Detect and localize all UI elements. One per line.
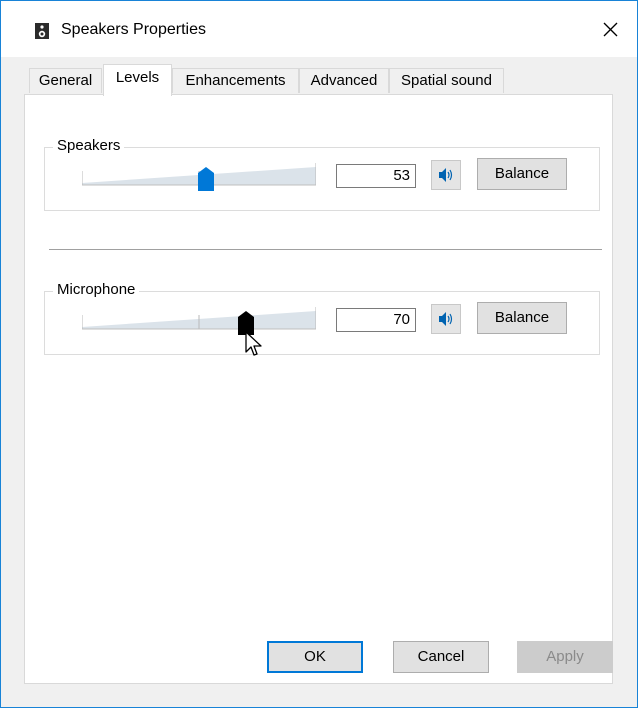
close-icon [603, 22, 617, 36]
title-bar: Speakers Properties [1, 1, 637, 57]
window-title: Speakers Properties [61, 21, 206, 38]
microphone-group: Microphone 70 Balance [44, 281, 600, 355]
speaker-icon [35, 23, 49, 39]
microphone-balance-button[interactable]: Balance [477, 302, 567, 334]
speaker-volume-icon [439, 168, 453, 182]
tab-levels[interactable]: Levels [103, 64, 172, 96]
speakers-volume-slider[interactable] [82, 163, 316, 193]
ok-button[interactable]: OK [267, 641, 363, 673]
speakers-mute-button[interactable] [431, 160, 461, 190]
tab-general[interactable]: General [29, 68, 102, 93]
close-button[interactable] [583, 1, 637, 57]
tab-strip: General Levels Enhancements Advanced Spa… [1, 57, 637, 96]
speaker-volume-icon [439, 312, 453, 326]
tab-enhancements[interactable]: Enhancements [172, 68, 299, 93]
speakers-slider-thumb[interactable] [197, 166, 215, 192]
mouse-pointer-icon [245, 331, 262, 356]
tab-advanced[interactable]: Advanced [299, 68, 389, 93]
divider [49, 249, 602, 250]
speakers-group: Speakers 53 Balance [44, 137, 600, 211]
microphone-label: Microphone [53, 281, 140, 298]
speakers-label: Speakers [53, 137, 125, 154]
speakers-level-value[interactable]: 53 [336, 164, 416, 188]
speakers-properties-window: Speakers Properties General Levels Enhan… [0, 0, 638, 708]
cancel-button[interactable]: Cancel [393, 641, 489, 673]
microphone-volume-slider[interactable] [82, 307, 316, 337]
apply-button: Apply [517, 641, 613, 673]
slider-track [82, 307, 316, 330]
microphone-level-value[interactable]: 70 [336, 308, 416, 332]
microphone-mute-button[interactable] [431, 304, 461, 334]
speakers-balance-button[interactable]: Balance [477, 158, 567, 190]
tab-spatial-sound[interactable]: Spatial sound [389, 68, 504, 93]
levels-panel: Speakers 53 Balance Microphone 70 Balanc… [24, 94, 613, 684]
